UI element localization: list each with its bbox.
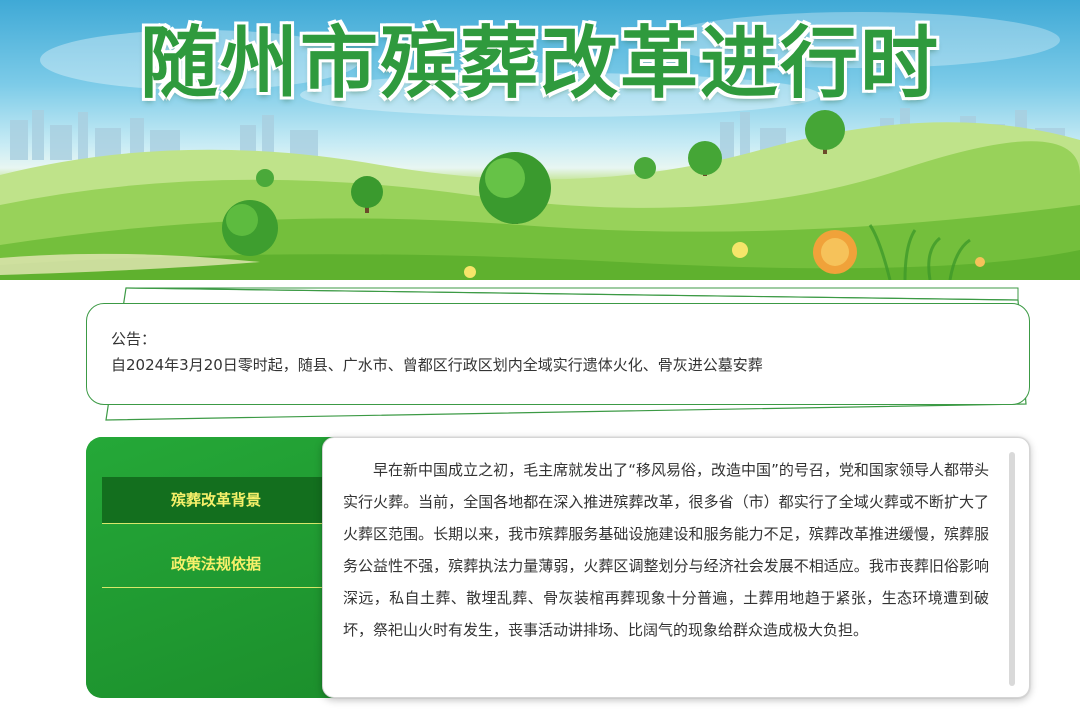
header-banner: 随州市殡葬改革进行时 xyxy=(0,0,1080,280)
notice-label: 公告： xyxy=(111,330,157,348)
sidebar-item-policy[interactable]: 政策法规依据 xyxy=(102,541,330,587)
notice-box: 公告： 自2024年3月20日零时起，随县、广水市、曾都区行政区划内全域实行遗体… xyxy=(86,303,1030,405)
content-paragraph: 早在新中国成立之初，毛主席就发出了“移风易俗，改造中国”的号召，党和国家领导人都… xyxy=(343,461,989,639)
page: 随州市殡葬改革进行时 公告： 自2024年3月20日零时起，随县、广水市、曾都区… xyxy=(0,0,1080,710)
notice-text: 自2024年3月20日零时起，随县、广水市、曾都区行政区划内全域实行遗体火化、骨… xyxy=(111,356,763,374)
content-panel: 早在新中国成立之初，毛主席就发出了“移风易俗，改造中国”的号召，党和国家领导人都… xyxy=(322,437,1030,698)
sidebar-divider xyxy=(102,587,330,588)
sidebar-divider xyxy=(102,523,330,524)
scrollbar[interactable] xyxy=(1009,452,1015,686)
banner-title: 随州市殡葬改革进行时 xyxy=(138,18,940,111)
sidebar: 殡葬改革背景 政策法规依据 xyxy=(86,437,346,698)
sidebar-item-background[interactable]: 殡葬改革背景 xyxy=(102,477,330,523)
